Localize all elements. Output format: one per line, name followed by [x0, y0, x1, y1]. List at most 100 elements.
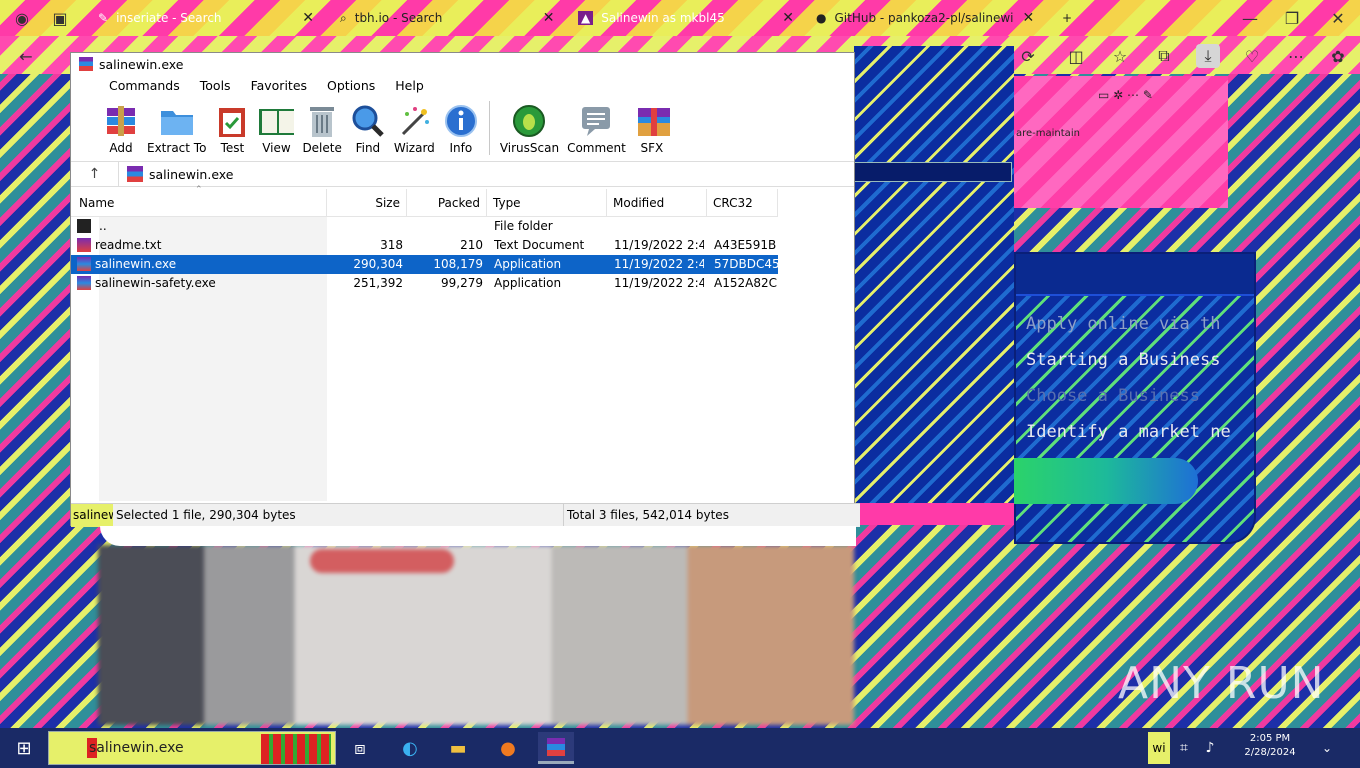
downloads-icon[interactable]: ⤓ [1196, 44, 1220, 68]
cell-packed: 99,279 [441, 276, 483, 290]
tab-close-icon[interactable]: ✕ [302, 10, 314, 26]
favorites-icon[interactable]: ☆ [1108, 44, 1132, 68]
task-view-icon[interactable]: ⧈ [342, 732, 378, 764]
tab-close-icon[interactable]: ✕ [782, 10, 794, 26]
cell-packed: 108,179 [433, 257, 483, 271]
notifications-icon[interactable]: ⌄ [1316, 732, 1338, 764]
column-type[interactable]: Type [487, 189, 607, 217]
firefox-icon[interactable]: ● [490, 732, 526, 764]
panel-line[interactable]: Apply online via th [1026, 314, 1220, 334]
wizard-button[interactable]: Wizard [390, 99, 439, 159]
sort-arrow-icon: ⌃ [195, 185, 203, 195]
winrar-app-icon [79, 57, 93, 71]
archive-file-icon [77, 276, 91, 290]
sfx-button[interactable]: SFX [630, 99, 674, 159]
new-tab-button[interactable]: + [1052, 4, 1080, 32]
browser-essentials-icon[interactable]: ♡ [1240, 44, 1264, 68]
up-folder-icon[interactable]: ↑ [71, 162, 119, 186]
search-icon: ⌕ [340, 10, 347, 25]
delete-button[interactable]: Delete [298, 99, 345, 159]
column-packed[interactable]: Packed [407, 189, 487, 217]
column-crc32[interactable]: CRC32 [707, 189, 778, 217]
extract-to-button[interactable]: Extract To [143, 99, 210, 159]
address-path[interactable]: salinewin.exe [119, 166, 234, 182]
browser-tab-1[interactable]: ✎ inseriate - Search ✕ [88, 4, 324, 32]
virusscan-bug-icon [511, 103, 547, 139]
page-action-button[interactable] [1014, 458, 1198, 504]
status-divider [563, 504, 564, 527]
page-tool-icon[interactable]: ▭ ✲ ⋯ ✎ [1098, 88, 1153, 102]
menu-options[interactable]: Options [317, 75, 385, 97]
network-icon[interactable]: ⌗ [1172, 732, 1196, 764]
menu-commands[interactable]: Commands [99, 75, 190, 97]
menu-tools[interactable]: Tools [190, 75, 241, 97]
new-tab-icon: + [1062, 11, 1073, 25]
settings-more-icon[interactable]: ⋯ [1284, 44, 1308, 68]
profile-icon[interactable]: ◉ [10, 6, 34, 30]
browser-tab-4[interactable]: ● GitHub - pankoza2-pl/salinewin ✕ [806, 4, 1046, 32]
file-explorer-icon[interactable]: ▬ [440, 732, 476, 764]
tab-title: GitHub - pankoza2-pl/salinewin [834, 11, 1015, 25]
tab-actions-icon[interactable]: ▣ [48, 6, 72, 30]
split-screen-icon[interactable]: ◫ [1064, 44, 1088, 68]
winrar-titlebar[interactable]: salinewin.exe [71, 53, 854, 75]
cell-crc32: 57DBDC45 [714, 257, 778, 271]
maximize-icon[interactable]: ❐ [1280, 6, 1304, 30]
cell-name: salinewin.exe [95, 257, 177, 271]
close-window-icon[interactable]: ✕ [1326, 6, 1350, 30]
column-modified[interactable]: Modified [607, 189, 707, 217]
sfx-label: SFX [640, 141, 664, 155]
comment-label: Comment [567, 141, 626, 155]
tab-favicon-icon: ✎ [98, 11, 109, 25]
back-icon[interactable]: ← [14, 44, 38, 68]
panel-line[interactable]: Choose a Business [1026, 386, 1200, 406]
menu-bar: Commands Tools Favorites Options Help [99, 75, 434, 97]
browser-tab-2[interactable]: ⌕ tbh.io - Search ✕ [330, 4, 566, 32]
edge-browser-icon[interactable]: ◐ [392, 732, 428, 764]
collections-icon[interactable]: ⧉ [1152, 44, 1176, 68]
find-button[interactable]: Find [346, 99, 390, 159]
tab-close-icon[interactable]: ✕ [543, 10, 555, 26]
minimize-icon[interactable]: — [1238, 6, 1262, 30]
test-button[interactable]: Test [210, 99, 254, 159]
start-windows-icon[interactable]: ⊞ [6, 732, 42, 764]
list-row[interactable]: salinewin-safety.exe 251,392 99,279 Appl… [71, 274, 778, 293]
list-row-parent[interactable]: .. File folder [71, 217, 778, 236]
menu-help[interactable]: Help [385, 75, 434, 97]
address-bar[interactable]: ↑ salinewin.exe [71, 161, 854, 187]
info-button[interactable]: Info [439, 99, 483, 159]
tray-clock[interactable]: 2:05 PM 2/28/2024 [1230, 732, 1310, 760]
column-size[interactable]: Size [327, 189, 407, 217]
panel-line[interactable]: Identify a market ne [1026, 422, 1231, 442]
cell-type: Application [494, 257, 562, 271]
status-total: Total 3 files, 542,014 bytes [567, 508, 729, 522]
winrar-taskbar-icon[interactable] [538, 732, 574, 764]
menu-favorites[interactable]: Favorites [241, 75, 317, 97]
window-title: salinewin.exe [99, 56, 184, 72]
panel-line[interactable]: Starting a Business [1026, 350, 1220, 370]
refresh-icon[interactable]: ⟳ [1016, 44, 1040, 68]
list-row[interactable]: readme.txt 318 210 Text Document 11/19/2… [71, 236, 778, 255]
taskbar-search-box[interactable]: salinewin.exe [48, 731, 336, 765]
folder-up-icon [77, 219, 91, 233]
virusscan-button[interactable]: VirusScan [496, 99, 563, 159]
background-window-edge [854, 46, 1014, 506]
browser-tab-3[interactable]: ▲ Salinewin as mkbl45 ✕ [568, 4, 804, 32]
cell-packed: 210 [460, 238, 483, 252]
file-list[interactable]: Name ⌃ Size Packed Type Modified CRC32 .… [71, 185, 854, 501]
volume-icon[interactable]: ♪ [1198, 732, 1222, 764]
copilot-icon[interactable]: ✿ [1326, 44, 1350, 68]
list-row-selected[interactable]: salinewin.exe 290,304 108,179 Applicatio… [71, 255, 778, 274]
tab-close-icon[interactable]: ✕ [1022, 10, 1034, 26]
view-button[interactable]: View [254, 99, 298, 159]
comment-button[interactable]: Comment [563, 99, 630, 159]
cell-name: .. [99, 219, 107, 233]
extract-to-label: Extract To [147, 141, 207, 155]
winrar-window: salinewin.exe Commands Tools Favorites O… [70, 52, 860, 527]
search-text: salinewin.exe [89, 740, 184, 756]
archive-file-icon [77, 257, 91, 271]
find-magnifier-icon [350, 103, 386, 139]
info-label: Info [449, 141, 473, 155]
tray-label[interactable]: wi [1148, 732, 1170, 764]
add-button[interactable]: Add [99, 99, 143, 159]
